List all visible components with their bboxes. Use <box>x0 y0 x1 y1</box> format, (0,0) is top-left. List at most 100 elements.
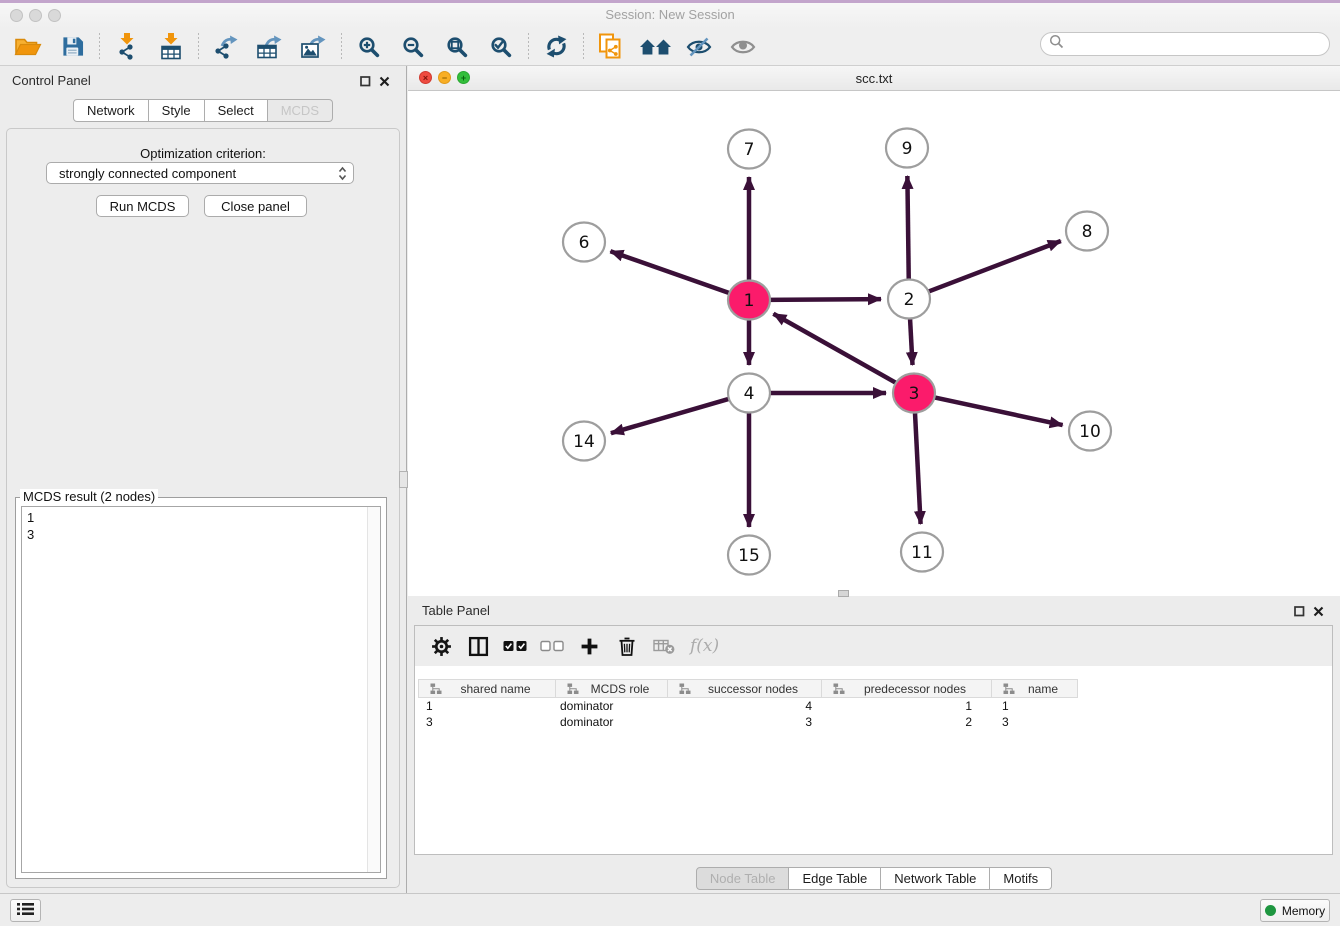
optimization-criterion-select[interactable]: strongly connected component <box>46 162 354 184</box>
zoom-in-icon[interactable] <box>347 32 391 62</box>
horizontal-splitter-handle[interactable] <box>838 590 849 597</box>
column-header-predecessor-nodes[interactable]: predecessor nodes <box>822 679 992 698</box>
tab-edge-table[interactable]: Edge Table <box>789 867 881 890</box>
tab-mcds[interactable]: MCDS <box>268 99 333 122</box>
list-icon <box>17 902 34 919</box>
table-cell[interactable]: dominator <box>556 715 668 729</box>
graph-node-9[interactable]: 9 <box>886 129 928 168</box>
column-header-name[interactable]: name <box>992 679 1078 698</box>
table-cell[interactable]: 2 <box>822 715 992 729</box>
network-graph[interactable]: 1 2 3 4 6 7 8 9 10 11 14 15 <box>408 91 1340 596</box>
graph-node-14[interactable]: 14 <box>563 422 605 461</box>
graph-edge-3-11[interactable] <box>915 411 921 524</box>
table-cell[interactable]: 1 <box>418 699 556 713</box>
tab-select[interactable]: Select <box>205 99 268 122</box>
run-mcds-button[interactable]: Run MCDS <box>96 195 189 217</box>
tab-network-table[interactable]: Network Table <box>881 867 990 890</box>
zoom-selected-icon[interactable] <box>479 32 523 62</box>
graph-node-2[interactable]: 2 <box>888 280 930 319</box>
search-input[interactable] <box>1068 34 1329 54</box>
add-icon[interactable] <box>571 631 608 661</box>
table-cell[interactable]: 1 <box>822 699 992 713</box>
zoom-out-icon[interactable] <box>391 32 435 62</box>
deselect-all-icon[interactable] <box>534 631 571 661</box>
graph-edge-3-1[interactable] <box>773 314 898 384</box>
import-network-icon[interactable] <box>105 32 149 62</box>
float-panel-icon[interactable] <box>360 74 371 92</box>
graph-edge-3-10[interactable] <box>932 397 1063 425</box>
graph-edge-1-6[interactable] <box>610 251 732 294</box>
tab-node-table[interactable]: Node Table <box>696 867 790 890</box>
delete-table-icon[interactable] <box>645 631 682 661</box>
table-cell[interactable]: 3 <box>668 715 822 729</box>
graph-node-7[interactable]: 7 <box>728 130 770 169</box>
svg-text:1: 1 <box>744 291 755 311</box>
close-panel-icon[interactable] <box>379 74 390 92</box>
node-table-view: f(x) shared nameMCDS rolesuccessor nodes… <box>414 625 1333 855</box>
graph-edge-4-14[interactable] <box>611 398 732 433</box>
gear-icon[interactable] <box>423 631 460 661</box>
tab-style[interactable]: Style <box>149 99 205 122</box>
network-window: × − + scc.txt 1234678910111415 <box>408 66 1340 596</box>
graph-node-1[interactable]: 1 <box>728 281 770 320</box>
apply-layout-icon[interactable] <box>534 32 578 62</box>
table-cell[interactable]: 3 <box>992 715 1078 729</box>
import-table-icon[interactable] <box>149 32 193 62</box>
first-neighbors-icon[interactable] <box>633 32 677 62</box>
graph-node-15[interactable]: 15 <box>728 536 770 575</box>
graph-node-11[interactable]: 11 <box>901 533 943 572</box>
select-all-icon[interactable] <box>497 631 534 661</box>
graph-edge-1-2[interactable] <box>767 299 881 300</box>
show-all-icon[interactable] <box>721 32 765 62</box>
save-session-icon[interactable] <box>50 32 94 62</box>
hierarchy-icon <box>673 683 695 695</box>
graph-edge-2-9[interactable] <box>907 176 908 281</box>
table-cell[interactable]: 1 <box>992 699 1078 713</box>
column-header-shared-name[interactable]: shared name <box>418 679 556 698</box>
export-network-icon[interactable] <box>204 32 248 62</box>
hide-selected-icon[interactable] <box>677 32 721 62</box>
column-header-MCDS-role[interactable]: MCDS role <box>556 679 668 698</box>
search-box[interactable] <box>1040 32 1330 56</box>
column-layout-icon[interactable] <box>460 631 497 661</box>
graph-node-4[interactable]: 4 <box>728 374 770 413</box>
column-header-successor-nodes[interactable]: successor nodes <box>668 679 822 698</box>
mcds-result-scrollbar[interactable] <box>367 507 380 872</box>
node-table[interactable]: shared nameMCDS rolesuccessor nodesprede… <box>418 679 1078 730</box>
task-history-button[interactable] <box>10 899 41 922</box>
toolbar-group <box>534 32 578 62</box>
table-row-1[interactable]: 1dominator411 <box>418 698 1078 714</box>
vertical-splitter-handle[interactable] <box>399 471 408 488</box>
graph-node-10[interactable]: 10 <box>1069 412 1111 451</box>
table-row-2[interactable]: 3dominator323 <box>418 714 1078 730</box>
memory-button[interactable]: Memory <box>1260 899 1330 922</box>
export-image-icon[interactable] <box>292 32 336 62</box>
stepper-arrows-icon <box>338 166 347 181</box>
tab-network[interactable]: Network <box>73 99 149 122</box>
export-table-icon[interactable] <box>248 32 292 62</box>
clone-network-icon[interactable] <box>589 32 633 62</box>
delete-icon[interactable] <box>608 631 645 661</box>
open-session-icon[interactable] <box>6 32 50 62</box>
graph-node-3[interactable]: 3 <box>893 374 935 413</box>
float-panel-icon[interactable] <box>1294 604 1305 622</box>
table-cell[interactable]: 4 <box>668 699 822 713</box>
graph-node-6[interactable]: 6 <box>563 223 605 262</box>
mcds-result-textarea[interactable]: 1 3 <box>21 506 381 873</box>
close-panel-icon[interactable] <box>1313 604 1324 622</box>
table-panel-header: Table Panel <box>408 596 1340 624</box>
svg-text:8: 8 <box>1082 222 1093 242</box>
hierarchy-icon <box>561 683 583 695</box>
svg-text:3: 3 <box>909 384 920 404</box>
column-header-label: shared name <box>448 682 555 696</box>
graph-edge-2-3[interactable] <box>910 317 913 365</box>
table-panel-tabs: Node TableEdge TableNetwork TableMotifs <box>408 867 1340 890</box>
graph-node-8[interactable]: 8 <box>1066 212 1108 251</box>
table-cell[interactable]: dominator <box>556 699 668 713</box>
tab-motifs[interactable]: Motifs <box>990 867 1052 890</box>
table-cell[interactable]: 3 <box>418 715 556 729</box>
network-canvas[interactable]: 1 2 3 4 6 7 8 9 10 11 14 15 <box>408 91 1340 596</box>
graph-edge-2-8[interactable] <box>926 241 1061 293</box>
zoom-fit-icon[interactable] <box>435 32 479 62</box>
close-panel-button[interactable]: Close panel <box>204 195 307 217</box>
